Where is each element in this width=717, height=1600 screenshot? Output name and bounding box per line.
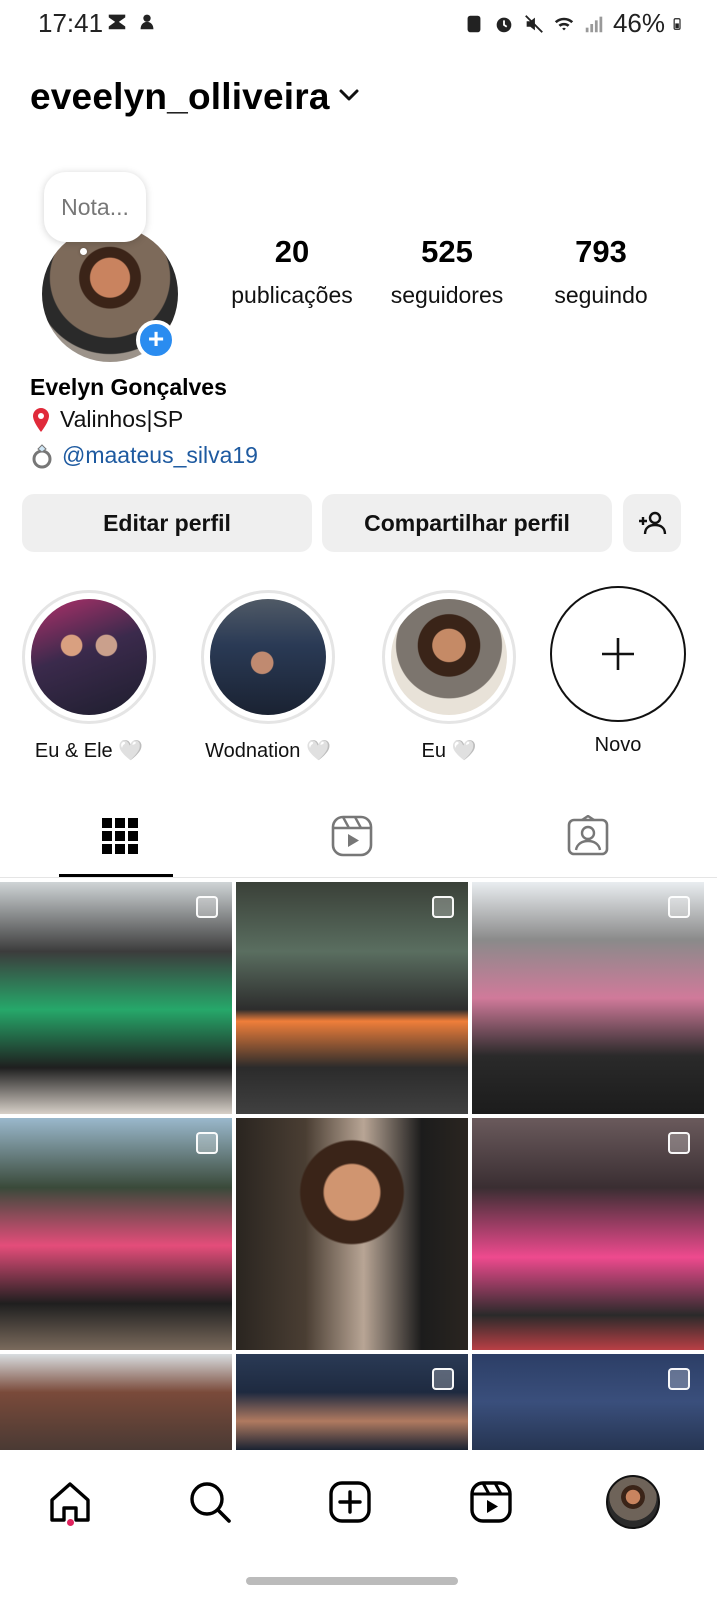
search-icon bbox=[190, 1482, 231, 1523]
carousel-icon bbox=[668, 1132, 690, 1154]
status-time: 17:41 bbox=[38, 8, 104, 38]
tagged-icon bbox=[567, 815, 608, 856]
chevron-down-icon[interactable] bbox=[338, 87, 360, 103]
create-icon bbox=[329, 1481, 371, 1523]
post-tile[interactable] bbox=[472, 1354, 704, 1450]
highlight-eu-ele[interactable]: Eu & Ele 🤍 bbox=[21, 590, 157, 763]
nav-profile[interactable] bbox=[603, 1472, 663, 1532]
stat-followers[interactable]: 525 seguidores bbox=[384, 234, 510, 309]
note-placeholder: Nota... bbox=[61, 193, 129, 220]
status-right-icons: 46% bbox=[463, 8, 687, 39]
highlight-wodnation[interactable]: Wodnation 🤍 bbox=[200, 590, 336, 763]
carousel-icon bbox=[432, 1368, 454, 1390]
stat-following[interactable]: 793 seguindo bbox=[546, 234, 656, 309]
discover-people-button[interactable] bbox=[623, 494, 681, 552]
app-notification-icon bbox=[140, 14, 154, 30]
carousel-icon bbox=[668, 896, 690, 918]
home-indicator[interactable] bbox=[246, 1577, 458, 1585]
post-tile[interactable] bbox=[0, 1118, 232, 1350]
highlight-label: Eu & Ele 🤍 bbox=[34, 740, 144, 762]
note-bubble-tail bbox=[80, 248, 87, 255]
status-bar: 17:41 46% bbox=[0, 0, 717, 46]
reels-icon bbox=[470, 1481, 512, 1523]
mute-icon bbox=[525, 14, 543, 33]
reels-icon bbox=[331, 815, 372, 857]
status-left-icons bbox=[106, 10, 158, 32]
post-tile[interactable] bbox=[472, 882, 704, 1114]
share-profile-button[interactable]: Compartilhar perfil bbox=[322, 494, 612, 552]
active-tab-indicator bbox=[59, 874, 173, 877]
carousel-icon bbox=[196, 1132, 218, 1154]
bio-partner-link[interactable]: @maateus_silva19 bbox=[62, 442, 258, 469]
highlight-label: Novo bbox=[594, 734, 642, 756]
add-person-icon bbox=[639, 511, 667, 535]
highlight-label: Wodnation 🤍 bbox=[205, 740, 331, 762]
stat-posts[interactable]: 20 publicações bbox=[224, 234, 360, 309]
stat-followers-label: seguidores bbox=[390, 282, 504, 308]
new-activity-dot bbox=[67, 1519, 74, 1526]
stat-following-label: seguindo bbox=[554, 282, 648, 308]
nav-search[interactable] bbox=[180, 1472, 240, 1532]
pin-icon bbox=[33, 407, 49, 432]
post-tile[interactable] bbox=[472, 1118, 704, 1350]
profile-username[interactable]: eveelyn_olliveira bbox=[30, 76, 330, 118]
add-story-button[interactable]: + bbox=[136, 320, 176, 360]
tab-posts[interactable] bbox=[0, 796, 239, 876]
profile-avatar-container[interactable]: + bbox=[42, 226, 178, 362]
stat-following-count: 793 bbox=[575, 234, 627, 269]
highlight-new[interactable]: Novo bbox=[550, 586, 686, 757]
carousel-icon bbox=[432, 896, 454, 918]
tab-tagged[interactable] bbox=[468, 796, 707, 876]
bio-partner-line: @maateus_silva19 bbox=[30, 442, 258, 469]
profile-display-name: Evelyn Gonçalves bbox=[30, 374, 227, 400]
plus-icon bbox=[602, 638, 634, 670]
highlight-ring bbox=[22, 590, 156, 724]
note-bubble[interactable]: Nota... bbox=[44, 172, 146, 242]
bio-location-line: Valinhos|SP bbox=[30, 406, 183, 433]
post-tile[interactable] bbox=[236, 1354, 468, 1450]
highlight-cover bbox=[210, 599, 326, 715]
highlight-label: Eu 🤍 bbox=[421, 740, 477, 762]
nav-create[interactable] bbox=[320, 1472, 380, 1532]
highlight-ring bbox=[382, 590, 516, 724]
ring-icon bbox=[32, 443, 52, 468]
post-tile[interactable] bbox=[236, 1118, 468, 1350]
post-tile[interactable] bbox=[0, 882, 232, 1114]
carousel-icon bbox=[668, 1368, 690, 1390]
post-tile[interactable] bbox=[0, 1354, 232, 1450]
edit-profile-button[interactable]: Editar perfil bbox=[22, 494, 312, 552]
profile-avatar bbox=[606, 1475, 660, 1529]
highlight-ring bbox=[201, 590, 335, 724]
stat-posts-label: publicações bbox=[231, 282, 353, 308]
tab-reels[interactable] bbox=[232, 796, 471, 876]
post-tile[interactable] bbox=[236, 882, 468, 1114]
stat-posts-count: 20 bbox=[274, 234, 310, 269]
wifi-icon bbox=[554, 17, 574, 30]
highlight-eu[interactable]: Eu 🤍 bbox=[381, 590, 517, 763]
highlight-cover bbox=[391, 599, 507, 715]
signal-icon bbox=[585, 16, 603, 32]
stat-followers-count: 525 bbox=[421, 234, 473, 269]
nav-reels[interactable] bbox=[461, 1472, 521, 1532]
notification-icon bbox=[108, 14, 126, 30]
nfc-icon bbox=[467, 15, 481, 32]
alarm-icon bbox=[496, 17, 512, 32]
battery-percent: 46% bbox=[612, 8, 665, 38]
carousel-icon bbox=[196, 896, 218, 918]
new-highlight-ring[interactable] bbox=[550, 586, 686, 722]
home-icon bbox=[50, 1482, 90, 1522]
profile-tabs bbox=[0, 796, 717, 878]
highlight-cover bbox=[31, 599, 147, 715]
bio-location: Valinhos|SP bbox=[60, 406, 184, 432]
battery-icon bbox=[673, 17, 681, 30]
grid-icon bbox=[101, 818, 138, 854]
